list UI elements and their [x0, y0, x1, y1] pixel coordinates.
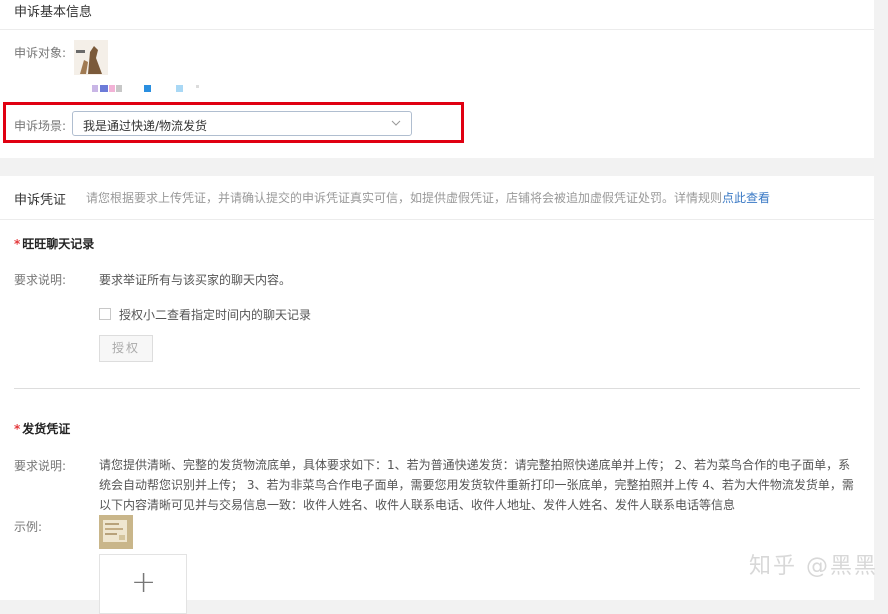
divider: [0, 29, 874, 30]
evidence-intro: 请您根据要求上传凭证，并请确认提交的申诉凭证真实可信，如提供虚假凭证，店铺将会被…: [86, 189, 770, 206]
shipping-desc: 请您提供清晰、完整的发货物流底单，具体要求如下：1、若为普通快递发货：请完整拍照…: [99, 458, 854, 512]
product-thumbnail[interactable]: [74, 40, 108, 75]
blurred-product-info: [92, 82, 212, 92]
shipping-desc-label: 要求说明:: [14, 459, 67, 473]
basic-info-panel: 申诉基本信息 申诉对象: 申诉场景: 我是通过快递/物流发货: [0, 0, 874, 158]
basic-info-title: 申诉基本信息: [14, 5, 93, 20]
chat-section-title: 旺旺聊天记录: [22, 237, 95, 251]
example-image[interactable]: [99, 515, 133, 549]
highlight-box: [3, 102, 464, 143]
chat-section-heading: * 旺旺聊天记录: [14, 235, 94, 252]
required-mark: *: [14, 237, 21, 251]
plus-icon: +: [131, 565, 157, 600]
evidence-title: 申诉凭证: [14, 193, 67, 208]
chat-desc-label: 要求说明:: [14, 273, 67, 287]
example-label: 示例:: [14, 520, 43, 534]
shipping-section-title: 发货凭证: [22, 422, 71, 436]
rules-link[interactable]: 点此查看: [722, 191, 770, 205]
evidence-intro-text: 请您根据要求上传凭证，并请确认提交的申诉凭证真实可信，如提供虚假凭证，店铺将会被…: [86, 191, 723, 205]
authorize-checkbox-label[interactable]: 授权小二查看指定时间内的聊天记录: [119, 306, 311, 323]
watermark: 知乎 @黑黑: [749, 554, 878, 579]
chat-desc: 要求举证所有与该买家的聊天内容。: [99, 273, 292, 287]
shipping-section-heading: * 发货凭证: [14, 420, 70, 437]
section-divider: [14, 388, 860, 389]
upload-button[interactable]: +: [99, 554, 187, 614]
authorize-button[interactable]: 授权: [99, 335, 153, 362]
divider: [0, 219, 874, 220]
authorize-checkbox[interactable]: [99, 308, 111, 320]
target-label: 申诉对象:: [14, 46, 67, 60]
required-mark: *: [14, 422, 21, 436]
